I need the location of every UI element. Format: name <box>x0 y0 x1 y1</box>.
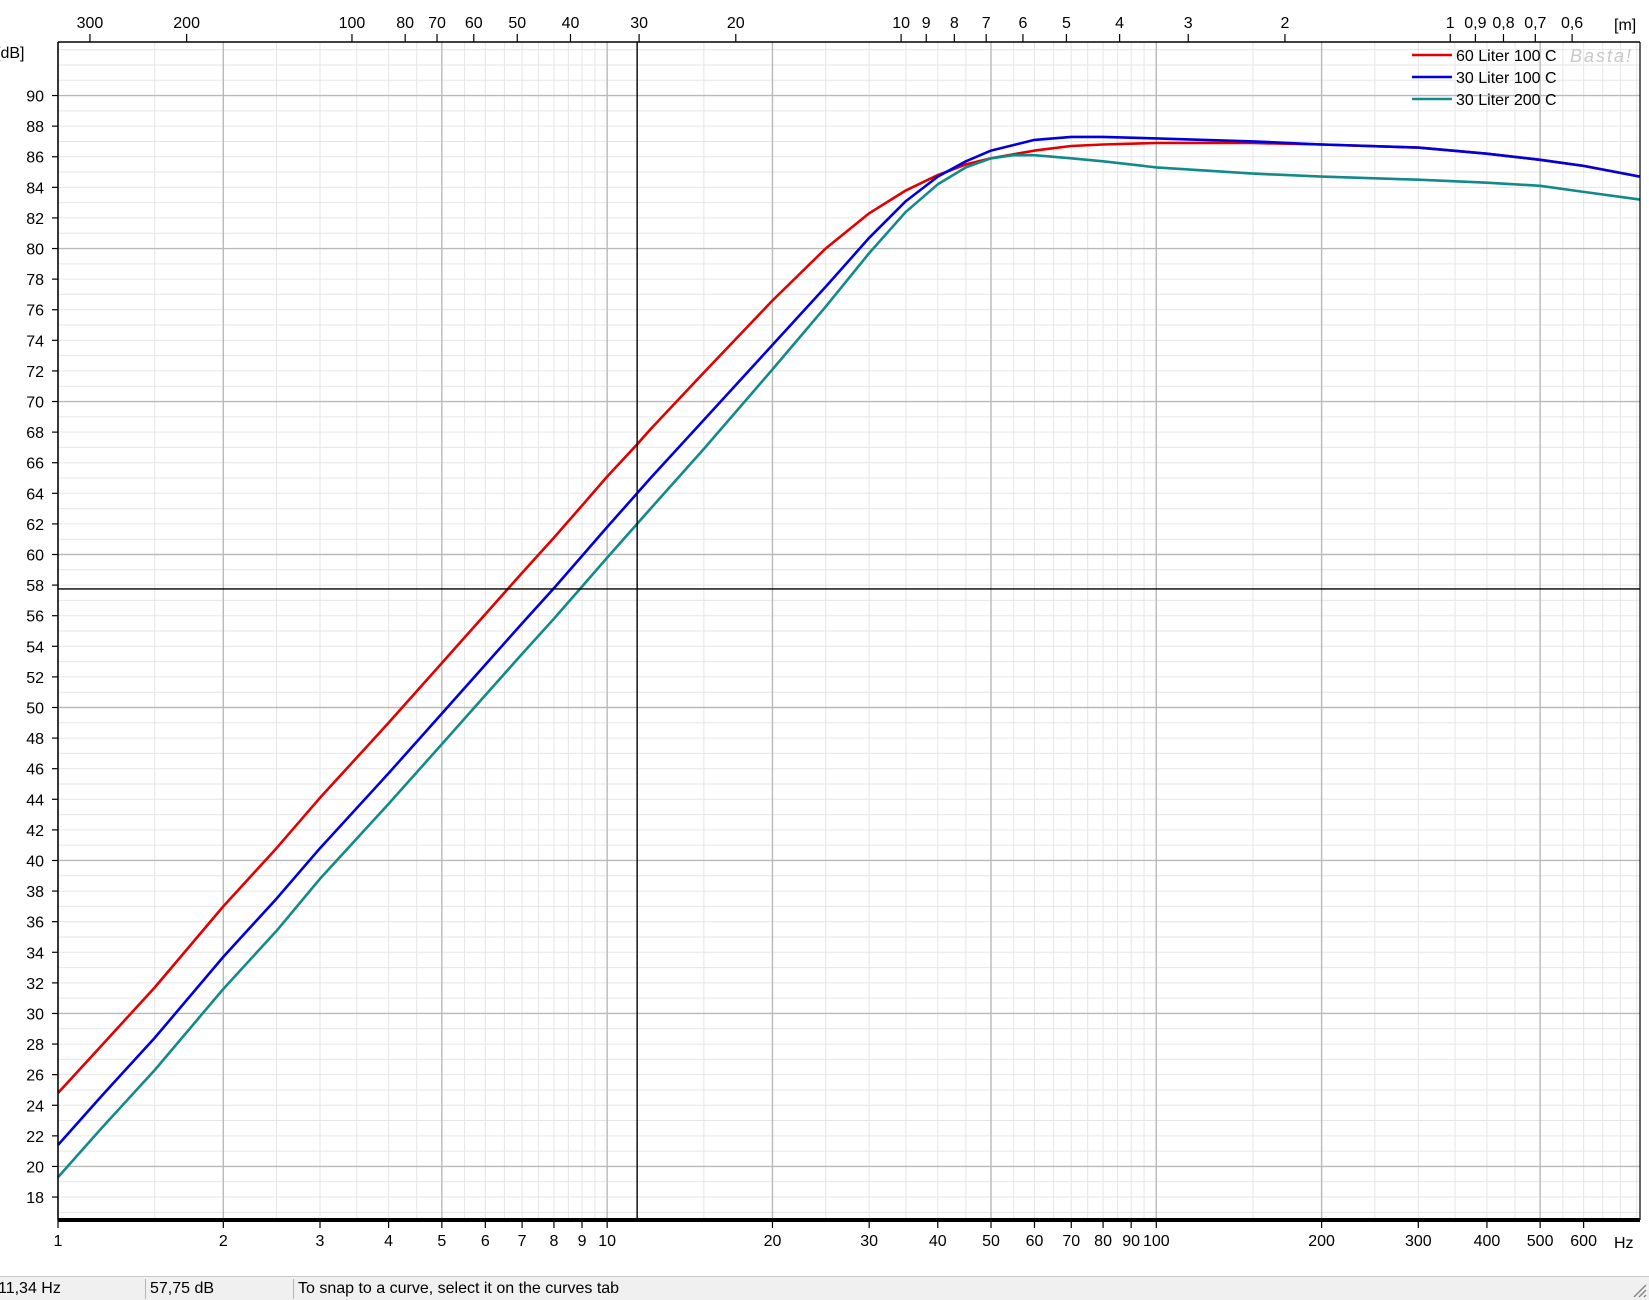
y-tick-label: 40 <box>26 853 44 870</box>
x-tick-label: 1 <box>54 1233 63 1250</box>
x-tick-label: 7 <box>518 1233 527 1250</box>
chart-background <box>0 0 1649 1276</box>
top-tick-label: 6 <box>1018 15 1027 32</box>
y-tick-label: 56 <box>26 609 44 626</box>
y-tick-label: 24 <box>26 1098 44 1115</box>
x-tick-label: 600 <box>1570 1233 1597 1250</box>
status-level: 57,75 dB <box>146 1279 294 1299</box>
top-tick-label: 4 <box>1115 15 1124 32</box>
y-tick-label: 38 <box>26 884 44 901</box>
x-tick-label: 70 <box>1062 1233 1080 1250</box>
top-axis-unit-label: [m] <box>1614 17 1636 34</box>
y-tick-label: 90 <box>26 89 44 106</box>
y-tick-label: 78 <box>26 272 44 289</box>
y-tick-label: 68 <box>26 425 44 442</box>
x-tick-label: 500 <box>1527 1233 1554 1250</box>
y-tick-label: 50 <box>26 700 44 717</box>
top-tick-label: 8 <box>950 15 959 32</box>
y-tick-label: 54 <box>26 639 44 656</box>
top-tick-label: 300 <box>77 15 104 32</box>
top-tick-label: 0,8 <box>1492 15 1514 32</box>
y-tick-label: 62 <box>26 517 44 534</box>
y-tick-label: 88 <box>26 119 44 136</box>
y-tick-label: 48 <box>26 731 44 748</box>
y-tick-label: 60 <box>26 548 44 565</box>
top-tick-label: 20 <box>727 15 745 32</box>
x-tick-label: 5 <box>437 1233 446 1250</box>
legend-label-3: 30 Liter 200 C <box>1456 92 1557 109</box>
x-tick-label: 100 <box>1143 1233 1170 1250</box>
y-tick-label: 82 <box>26 211 44 228</box>
top-tick-label: 40 <box>562 15 580 32</box>
top-tick-label: 70 <box>428 15 446 32</box>
legend-label-1: 60 Liter 100 C <box>1456 48 1557 65</box>
x-tick-label: 50 <box>982 1233 1000 1250</box>
x-tick-label: 60 <box>1026 1233 1044 1250</box>
resize-grip-icon[interactable] <box>1633 1284 1647 1298</box>
top-tick-label: 50 <box>508 15 526 32</box>
x-tick-label: 4 <box>384 1233 393 1250</box>
top-tick-label: 5 <box>1062 15 1071 32</box>
y-tick-label: 86 <box>26 150 44 167</box>
x-tick-label: 20 <box>764 1233 782 1250</box>
x-tick-label: 10 <box>598 1233 616 1250</box>
x-tick-label: 200 <box>1308 1233 1335 1250</box>
top-tick-label: 1 <box>1446 15 1455 32</box>
top-tick-label: 100 <box>339 15 366 32</box>
top-tick-label: 60 <box>465 15 483 32</box>
y-tick-label: 30 <box>26 1006 44 1023</box>
y-tick-label: 70 <box>26 395 44 412</box>
y-tick-label: 84 <box>26 180 44 197</box>
x-tick-label: 8 <box>549 1233 558 1250</box>
y-tick-label: 72 <box>26 364 44 381</box>
y-tick-label: 76 <box>26 303 44 320</box>
top-tick-label: 0,6 <box>1561 15 1583 32</box>
top-tick-label: 9 <box>922 15 931 32</box>
top-tick-label: 80 <box>396 15 414 32</box>
y-tick-label: 36 <box>26 915 44 932</box>
x-tick-label: 90 <box>1122 1233 1140 1250</box>
y-tick-label: 66 <box>26 456 44 473</box>
top-tick-label: 7 <box>982 15 991 32</box>
top-tick-label: 2 <box>1280 15 1289 32</box>
watermark: Basta! <box>1570 46 1633 66</box>
x-tick-label: 300 <box>1405 1233 1432 1250</box>
x-tick-label: 80 <box>1094 1233 1112 1250</box>
y-tick-label: 74 <box>26 333 44 350</box>
top-tick-label: 0,9 <box>1464 15 1486 32</box>
status-bar: 11,34 Hz 57,75 dB To snap to a curve, se… <box>0 1276 1649 1300</box>
y-tick-label: 64 <box>26 486 44 503</box>
x-tick-label: 6 <box>481 1233 490 1250</box>
y-tick-label: 58 <box>26 578 44 595</box>
y-tick-label: 18 <box>26 1190 44 1207</box>
y-tick-label: 32 <box>26 976 44 993</box>
top-tick-label: 3 <box>1184 15 1193 32</box>
y-tick-label: 20 <box>26 1159 44 1176</box>
top-tick-label: 200 <box>173 15 200 32</box>
y-tick-label: 52 <box>26 670 44 687</box>
x-tick-label: 2 <box>219 1233 228 1250</box>
x-tick-label: 400 <box>1474 1233 1501 1250</box>
x-tick-label: 9 <box>578 1233 587 1250</box>
x-tick-label: 40 <box>929 1233 947 1250</box>
frequency-response-chart[interactable]: 1820222426283032343638404244464850525456… <box>0 0 1649 1276</box>
y-tick-label: 34 <box>26 945 44 962</box>
y-tick-label: 44 <box>26 792 44 809</box>
y-tick-label: 42 <box>26 823 44 840</box>
x-axis-unit-label: Hz <box>1614 1235 1634 1252</box>
y-tick-label: 26 <box>26 1068 44 1085</box>
y-tick-label: 80 <box>26 242 44 259</box>
y-axis-unit-label: [dB] <box>0 45 24 62</box>
y-tick-label: 28 <box>26 1037 44 1054</box>
top-tick-label: 30 <box>630 15 648 32</box>
x-tick-label: 30 <box>860 1233 878 1250</box>
status-hint: To snap to a curve, select it on the cur… <box>298 1280 620 1297</box>
top-tick-label: 0,7 <box>1524 15 1546 32</box>
status-frequency: 11,34 Hz <box>0 1279 146 1299</box>
y-tick-label: 46 <box>26 762 44 779</box>
legend-label-2: 30 Liter 100 C <box>1456 70 1557 87</box>
x-tick-label: 3 <box>316 1233 325 1250</box>
y-tick-label: 22 <box>26 1129 44 1146</box>
top-tick-label: 10 <box>892 15 910 32</box>
